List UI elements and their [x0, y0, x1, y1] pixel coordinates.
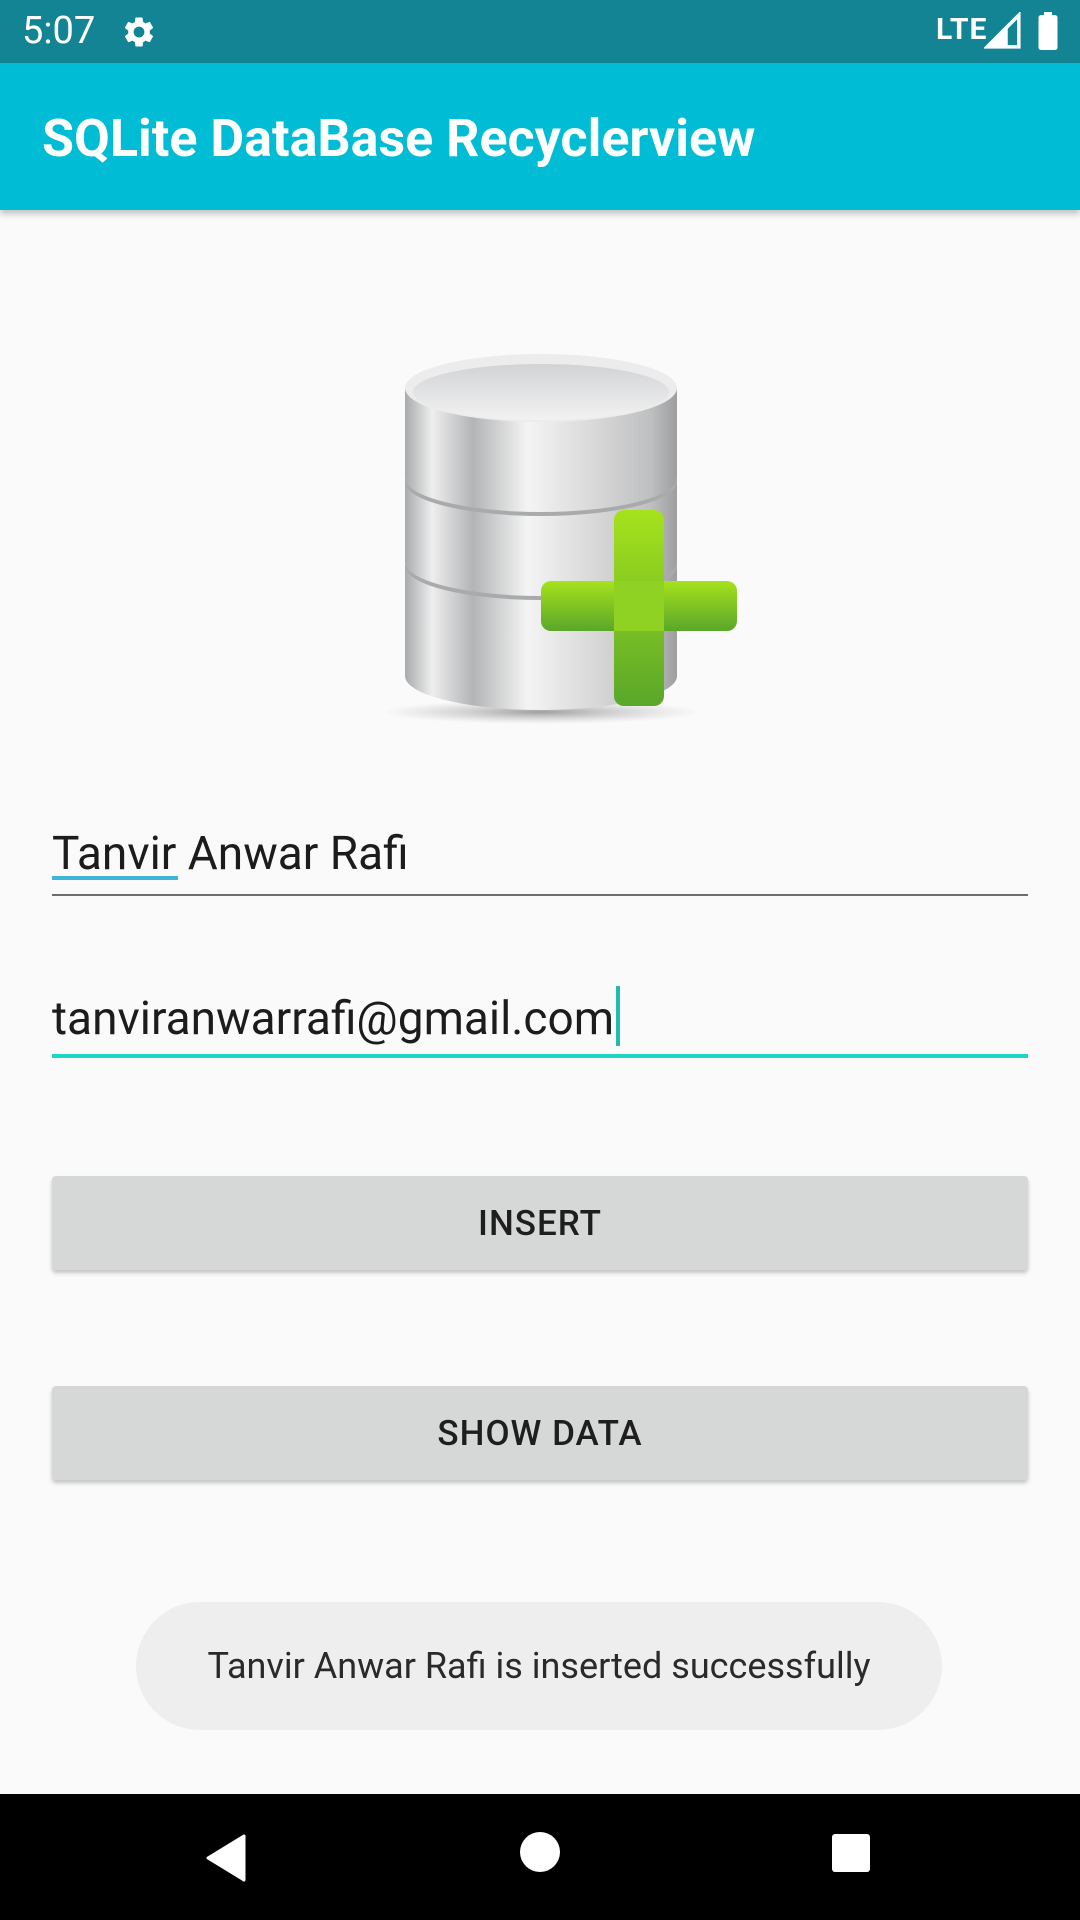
navigation-bar	[0, 1794, 1080, 1920]
insert-button[interactable]: INSERT	[52, 1176, 1028, 1270]
database-add-icon	[381, 354, 737, 724]
email-input[interactable]: tanviranwarrafi@gmail.com	[52, 986, 1028, 1058]
back-triangle-icon[interactable]	[204, 1834, 248, 1882]
app-bar: SQLite DataBase Recyclerview	[0, 63, 1080, 210]
name-input-underline	[52, 894, 1028, 896]
home-circle-icon[interactable]	[520, 1832, 560, 1872]
show-data-button[interactable]: SHOW DATA	[52, 1386, 1028, 1480]
status-bar: 5:07 LTE	[0, 0, 1080, 63]
network-type-label: LTE	[936, 12, 988, 47]
text-cursor	[616, 986, 621, 1046]
battery-icon	[1038, 12, 1058, 50]
spellcheck-underline	[52, 876, 178, 880]
name-input-value: Tanvir Anwar Rafi	[52, 827, 409, 881]
email-input-underline	[52, 1054, 1028, 1058]
app-title: SQLite DataBase Recyclerview	[42, 108, 756, 169]
email-input-value: tanviranwarrafi@gmail.com	[52, 992, 615, 1046]
recents-square-icon[interactable]	[832, 1834, 870, 1872]
status-time: 5:07	[22, 9, 96, 53]
name-input[interactable]: Tanvir Anwar Rafi	[52, 826, 1028, 896]
toast-message: Tanvir Anwar Rafi is inserted successful…	[136, 1602, 942, 1730]
gear-icon	[124, 17, 154, 47]
signal-icon	[984, 12, 1021, 49]
